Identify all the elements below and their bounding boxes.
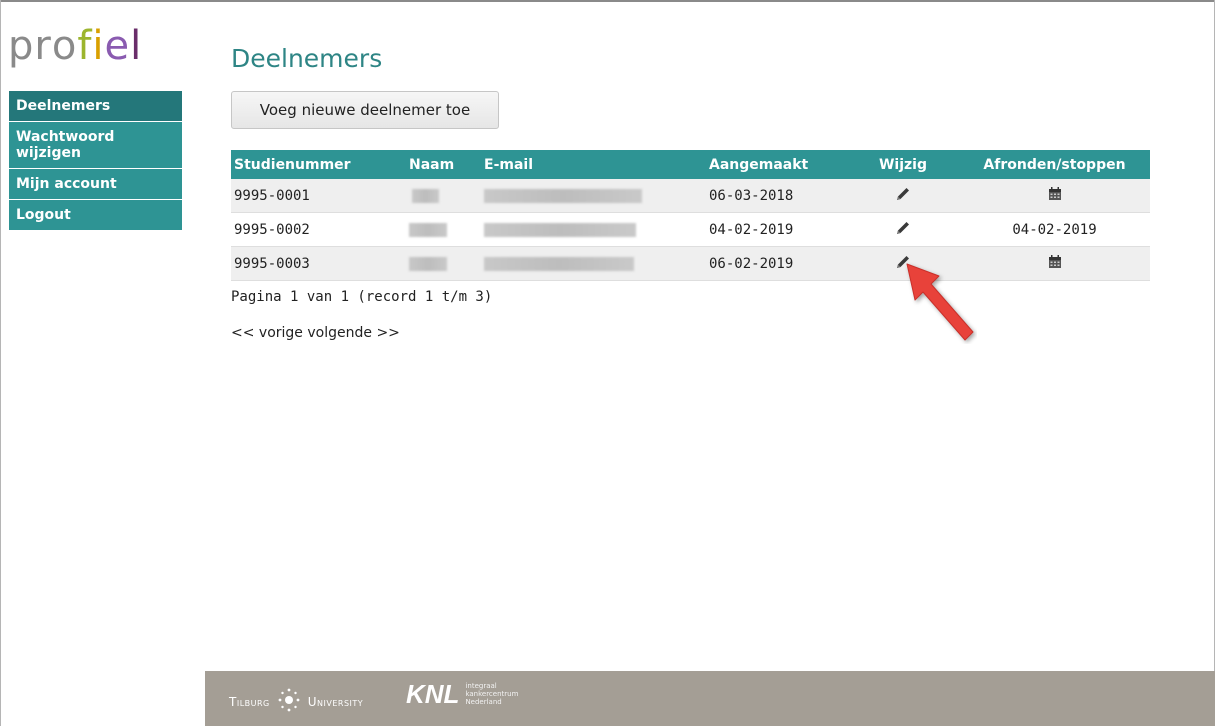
prev-page-link[interactable]: << vorige [231, 325, 303, 341]
logo-letter: o [51, 23, 78, 69]
cell-aangemaakt: 06-02-2019 [706, 246, 847, 281]
redacted-name [412, 188, 439, 203]
sidebar-item-logout[interactable]: Logout [9, 200, 182, 231]
footer: Tilburg University KNL integraal kankerc… [205, 671, 1215, 726]
logo-letter: f [77, 23, 93, 69]
header-afronden: Afronden/stoppen [959, 150, 1150, 179]
table-row: 9995-0001 06-03-2018 [231, 179, 1150, 213]
cell-wijzig [847, 179, 959, 213]
annotation-arrow-icon [905, 262, 977, 348]
cell-email-redacted [481, 246, 706, 281]
redacted-name [409, 222, 447, 237]
logo-letter: i [92, 23, 105, 69]
knl-sub-line: integraal [465, 682, 497, 690]
pager: << vorige volgende >> [231, 325, 400, 341]
cell-afronden-date: 04-02-2019 [959, 212, 1150, 247]
redacted-name [409, 256, 447, 271]
cell-wijzig [847, 212, 959, 247]
top-border [0, 0, 1215, 2]
tilburg-seal-icon [274, 687, 304, 716]
header-naam[interactable]: Naam [406, 150, 481, 179]
cell-afronden [959, 246, 1150, 281]
table-header-row: Studienummer Naam E-mail Aangemaakt Wijz… [231, 150, 1150, 179]
cell-studienummer: 9995-0002 [231, 212, 406, 247]
university-word: University [307, 694, 364, 709]
redacted-email [484, 222, 636, 237]
pencil-icon[interactable] [894, 219, 912, 241]
cell-email-redacted [481, 212, 706, 247]
add-participant-button[interactable]: Voeg nieuwe deelnemer toe [231, 91, 499, 129]
participants-table: Studienummer Naam E-mail Aangemaakt Wijz… [231, 150, 1150, 281]
logo-letter: l [130, 23, 143, 69]
sidebar-item-mijn-account[interactable]: Mijn account [9, 169, 182, 200]
redacted-email [484, 188, 642, 203]
logo-letter: e [104, 23, 131, 69]
cell-studienummer: 9995-0003 [231, 246, 406, 281]
cell-afronden [959, 179, 1150, 213]
left-border [0, 0, 1, 726]
header-aangemaakt[interactable]: Aangemaakt [706, 150, 847, 179]
next-page-link[interactable]: volgende >> [307, 325, 400, 341]
header-studienummer[interactable]: Studienummer [231, 150, 406, 179]
cell-email-redacted [481, 179, 706, 213]
tilburg-word: Tilburg [229, 694, 270, 709]
table-row: 9995-0002 04-02-2019 04-02-2019 [231, 212, 1150, 247]
knl-sub-line: kankercentrum [465, 690, 519, 698]
table-row: 9995-0003 06-02-2019 [231, 246, 1150, 281]
cell-naam-redacted [406, 246, 481, 281]
sidebar-item-deelnemers[interactable]: Deelnemers [9, 91, 182, 122]
pencil-icon[interactable] [894, 185, 912, 207]
cell-naam-redacted [406, 179, 481, 213]
cell-studienummer: 9995-0001 [231, 179, 406, 213]
knl-wordmark: KNL [406, 679, 460, 709]
sidebar-nav: Deelnemers Wachtwoord wijzigen Mijn acco… [9, 91, 182, 231]
profiel-logo: profiel [8, 22, 142, 70]
sidebar-item-wachtwoord-wijzigen[interactable]: Wachtwoord wijzigen [9, 122, 182, 169]
calendar-icon[interactable] [1047, 254, 1063, 274]
header-email[interactable]: E-mail [481, 150, 706, 179]
cell-aangemaakt: 04-02-2019 [706, 212, 847, 247]
tilburg-university-logo: Tilburg University [229, 687, 363, 716]
page-title: Deelnemers [231, 44, 383, 73]
calendar-icon[interactable] [1047, 186, 1063, 206]
knl-subtitle: integraal kankercentrum Nederland [465, 682, 518, 706]
knl-logo: KNL integraal kankercentrum Nederland [406, 681, 518, 707]
cell-aangemaakt: 06-03-2018 [706, 179, 847, 213]
knl-sub-line: Nederland [465, 698, 502, 706]
header-wijzig: Wijzig [847, 150, 959, 179]
logo-letter: p [8, 23, 35, 69]
pagination-info: Pagina 1 van 1 (record 1 t/m 3) [231, 289, 493, 305]
logo-letter: r [34, 23, 52, 69]
cell-naam-redacted [406, 212, 481, 247]
redacted-email [484, 256, 634, 271]
